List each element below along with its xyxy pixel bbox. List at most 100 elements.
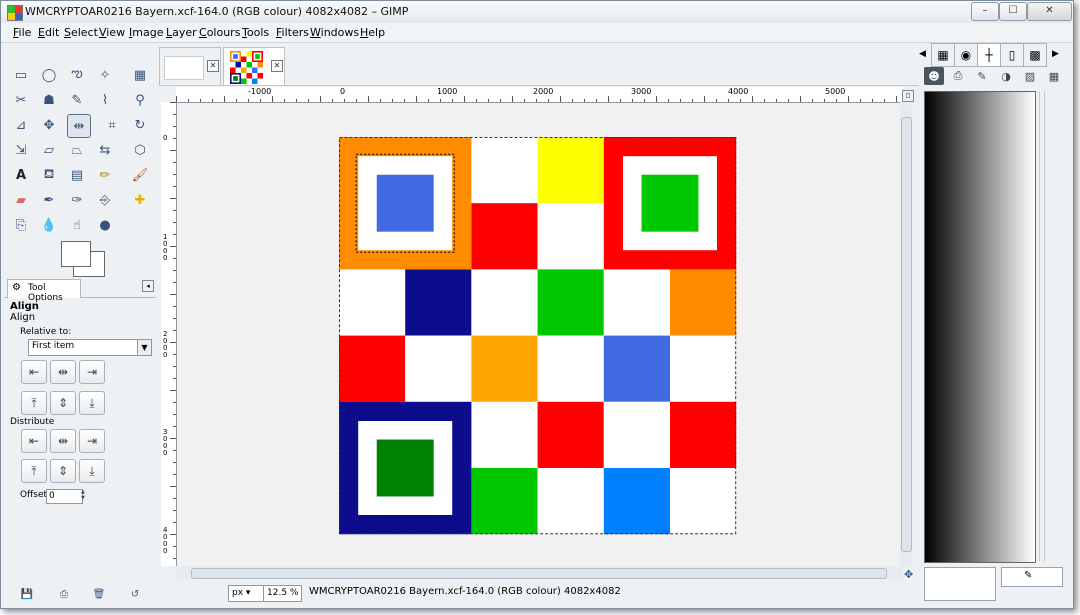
distribute-center-button[interactable]: ⇹ (50, 429, 76, 453)
tab-brushes[interactable]: ◉ (954, 43, 978, 67)
image-canvas[interactable] (177, 103, 900, 565)
select-by-color-icon[interactable]: ▦ (129, 64, 151, 86)
dock-color-icon[interactable]: ◑ (996, 67, 1016, 85)
navigate-icon[interactable]: ✥ (904, 568, 913, 581)
vertical-scrollbar[interactable] (900, 102, 912, 567)
ruler-corner-icon[interactable] (161, 87, 177, 103)
free-select-icon[interactable]: ఌ (66, 64, 88, 86)
dock-gimp-icon[interactable]: ☻ (924, 67, 944, 85)
dock-edit-button[interactable]: ✎ (1001, 567, 1063, 587)
eraser-icon[interactable]: ▰ (10, 189, 32, 211)
dock-preview-field[interactable] (924, 567, 996, 601)
pencil-icon[interactable]: ✏ (94, 164, 116, 186)
menu-item-10[interactable]: Help (360, 26, 385, 39)
menu-item-8[interactable]: Filters (276, 26, 309, 39)
align-tool-icon[interactable]: ⇹ (67, 114, 91, 138)
blur-icon[interactable]: 💧 (38, 214, 60, 236)
scissors-icon[interactable]: ✂ (10, 89, 32, 111)
scale-icon[interactable]: ⇲ (10, 139, 32, 161)
minimize-button[interactable]: – (971, 2, 999, 21)
color-swatches[interactable] (61, 241, 109, 277)
zoom-icon[interactable]: ⚲ (129, 89, 151, 111)
heal-icon[interactable]: ✚ (129, 189, 151, 211)
dock-brush-icon[interactable]: ✎ (972, 67, 992, 85)
tab-palettes[interactable]: ▩ (1023, 43, 1047, 67)
menu-item-6[interactable]: Colours (199, 26, 240, 39)
menu-item-4[interactable]: Image (129, 26, 163, 39)
perspective-clone-icon[interactable]: ⎘ (10, 214, 32, 236)
distribute-left-button[interactable]: ⇤ (21, 429, 47, 453)
tab-patterns[interactable]: ▦ (931, 43, 955, 67)
panel-menu-icon[interactable]: ◂ (142, 280, 154, 292)
align-right-button[interactable]: ⇥ (79, 360, 105, 384)
perspective-icon[interactable]: ⏢ (66, 139, 88, 161)
dock-scroll-right-icon[interactable]: ▶ (1052, 49, 1059, 59)
menu-item-3[interactable]: View (99, 26, 125, 39)
distribute-middle-button[interactable]: ⇕ (50, 459, 76, 483)
cage-icon[interactable]: ⬡ (129, 139, 151, 161)
scrollbar-thumb[interactable] (901, 117, 912, 552)
foreground-color-swatch[interactable] (61, 241, 91, 267)
airbrush-icon[interactable]: ✒ (38, 189, 60, 211)
close-icon[interactable]: ✕ (207, 60, 219, 72)
rotate-icon[interactable]: ↻ (129, 114, 151, 136)
distribute-right-button[interactable]: ⇥ (79, 429, 105, 453)
reset-options-icon[interactable]: ↺ (127, 586, 143, 602)
bucket-fill-icon[interactable]: ⛾ (38, 164, 60, 186)
menu-item-2[interactable]: Select (64, 26, 98, 39)
clone-icon[interactable]: ⎆ (94, 189, 116, 211)
tab-gradients[interactable]: ▯ (1000, 43, 1024, 67)
gradient-preview[interactable] (924, 91, 1036, 563)
offset-input[interactable]: 0 (46, 489, 83, 504)
ellipse-select-icon[interactable]: ◯ (38, 64, 60, 86)
close-button[interactable]: ✕ (1027, 2, 1072, 21)
measure-icon[interactable]: ⊿ (10, 114, 32, 136)
menu-item-5[interactable]: Layer (166, 26, 197, 39)
offset-spinner[interactable]: ▲ ▼ (81, 489, 87, 502)
tab-tool-options[interactable]: ⚙ Tool Options (7, 279, 81, 303)
canvas-area[interactable] (177, 103, 900, 565)
align-middle-button[interactable]: ⇕ (50, 391, 76, 415)
image-tab-blank[interactable]: ✕ (159, 47, 221, 85)
dodge-burn-icon[interactable]: ● (94, 214, 116, 236)
restore-options-icon[interactable]: ⎙ (56, 586, 72, 602)
rect-select-icon[interactable]: ▭ (10, 64, 32, 86)
menu-item-7[interactable]: Tools (242, 26, 269, 39)
fuzzy-select-icon[interactable]: ✧ (94, 64, 116, 86)
shear-icon[interactable]: ▱ (38, 139, 60, 161)
align-top-button[interactable]: ⤒ (21, 391, 47, 415)
zoom-select[interactable]: 12.5 % (263, 585, 302, 602)
menu-item-9[interactable]: Windows (310, 26, 359, 39)
save-options-icon[interactable]: 💾 (19, 586, 35, 602)
dock-palette-icon[interactable]: ▨ (1020, 67, 1040, 85)
dock-printer-icon[interactable]: ⎙ (948, 67, 968, 85)
paintbrush-icon[interactable]: 🖌 (129, 164, 151, 186)
menu-item-0[interactable]: File (13, 26, 31, 39)
scrollbar-thumb[interactable] (191, 568, 887, 579)
ink-icon[interactable]: ✑ (66, 189, 88, 211)
dock-scroll-left-icon[interactable]: ◀ (919, 49, 926, 59)
horizontal-scrollbar[interactable] (176, 567, 903, 579)
text-tool-icon[interactable]: A (10, 164, 32, 186)
delete-options-icon[interactable]: 🗑 (91, 586, 107, 602)
flip-icon[interactable]: ⇆ (94, 139, 116, 161)
zoom-follow-icon[interactable]: ◻ (902, 90, 914, 102)
distribute-top-button[interactable]: ⤒ (21, 459, 47, 483)
align-bottom-button[interactable]: ⤓ (79, 391, 105, 415)
relative-to-select[interactable]: First item ▼ (28, 339, 152, 356)
unit-select[interactable]: px ▾ (228, 585, 264, 602)
move-icon[interactable]: ✥ (38, 114, 60, 136)
foreground-select-icon[interactable]: ☗ (38, 89, 60, 111)
distribute-bottom-button[interactable]: ⤓ (79, 459, 105, 483)
maximize-button[interactable]: ☐ (999, 2, 1027, 21)
align-center-button[interactable]: ⇹ (50, 360, 76, 384)
horizontal-ruler[interactable]: -1000 0 1000 2000 3000 4000 5000 (176, 87, 903, 103)
tab-crosshair[interactable]: ┼ (977, 43, 1001, 67)
smudge-icon[interactable]: ☝ (66, 214, 88, 236)
blend-icon[interactable]: ▤ (66, 164, 88, 186)
vertical-ruler[interactable]: 0 1000 2000 3000 4000 (161, 102, 177, 566)
dock-pattern-icon[interactable]: ▦ (1044, 67, 1064, 85)
crop-icon[interactable]: ⌗ (101, 114, 123, 136)
menu-item-1[interactable]: Edit (38, 26, 59, 39)
color-picker-icon[interactable]: ⌇ (94, 89, 116, 111)
